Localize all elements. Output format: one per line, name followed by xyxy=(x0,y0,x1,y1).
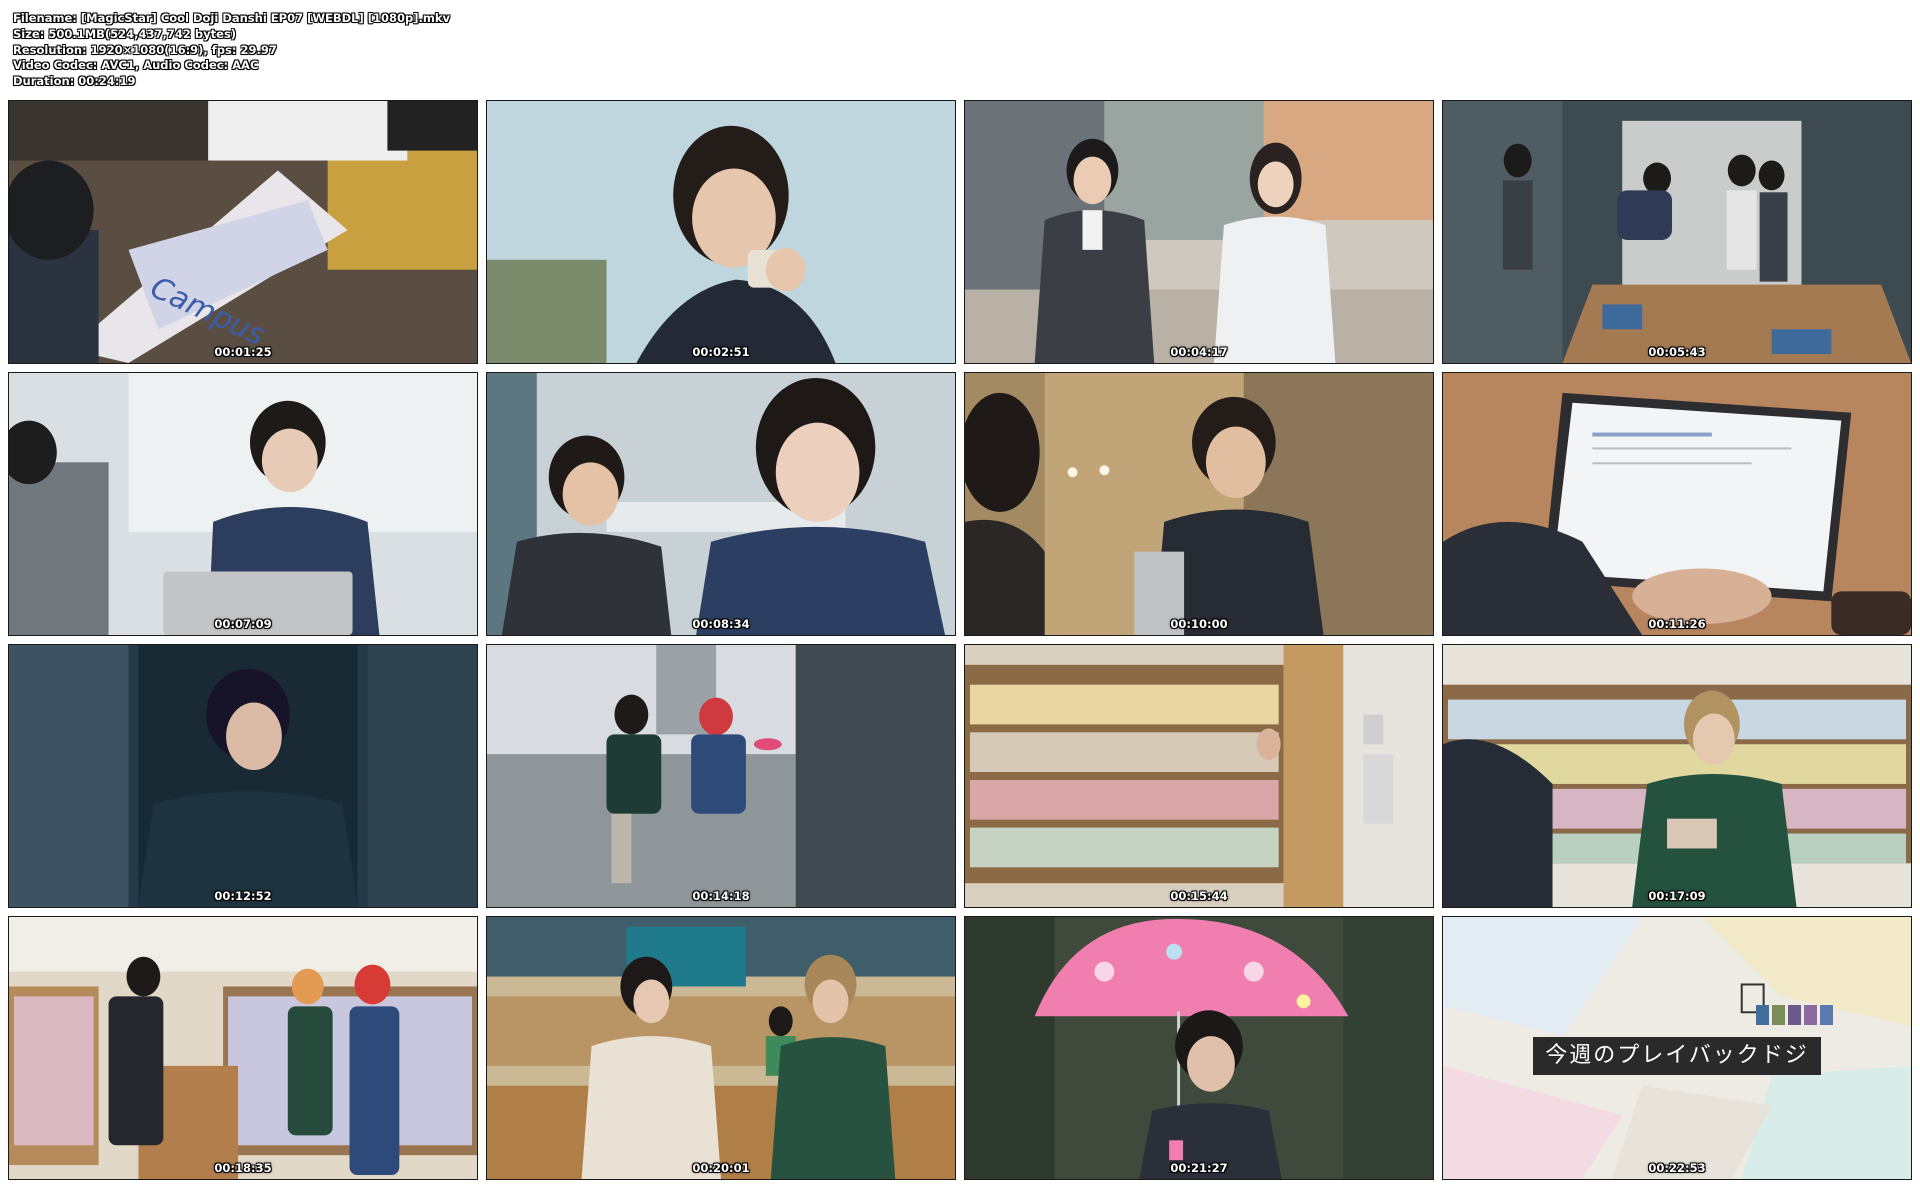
swatch xyxy=(1820,1005,1833,1025)
timestamp: 00:01:25 xyxy=(214,345,272,359)
timestamp: 00:07:09 xyxy=(214,617,272,631)
thumbnail[interactable]: 00:02:51 xyxy=(486,100,956,364)
thumbnail[interactable]: 00:18:35 xyxy=(8,916,478,1180)
scene-image xyxy=(965,645,1433,907)
timestamp: 00:05:43 xyxy=(1648,345,1706,359)
scene-image xyxy=(9,917,477,1179)
scene-image xyxy=(1443,101,1911,363)
timestamp: 00:14:18 xyxy=(692,889,750,903)
timestamp: 00:22:53 xyxy=(1648,1161,1706,1175)
thumbnail[interactable]: 00:04:17 xyxy=(964,100,1434,364)
thumbnail[interactable]: 今週のプレイバックドジ 00:22:53 xyxy=(1442,916,1912,1180)
scene-image xyxy=(9,373,477,635)
scene-image xyxy=(487,101,955,363)
swatch xyxy=(1756,1005,1769,1025)
thumbnail-grid: Campus 00:01:25 00:02:51 00:04:17 00:05:… xyxy=(0,0,1920,1188)
timestamp: 00:08:34 xyxy=(692,617,750,631)
timestamp: 00:10:00 xyxy=(1170,617,1228,631)
thumbnail[interactable]: 00:14:18 xyxy=(486,644,956,908)
scene-image xyxy=(487,373,955,635)
scene-image xyxy=(965,373,1433,635)
thumbnail[interactable]: 00:21:27 xyxy=(964,916,1434,1180)
scene-image xyxy=(487,645,955,907)
timestamp: 00:20:01 xyxy=(692,1161,750,1175)
timestamp: 00:12:52 xyxy=(214,889,272,903)
timestamp: 00:11:26 xyxy=(1648,617,1706,631)
thumbnail[interactable]: Campus 00:01:25 xyxy=(8,100,478,364)
timestamp: 00:17:09 xyxy=(1648,889,1706,903)
thumbnail[interactable]: 00:05:43 xyxy=(1442,100,1912,364)
thumbnail[interactable]: 00:07:09 xyxy=(8,372,478,636)
thumbnail[interactable]: 00:15:44 xyxy=(964,644,1434,908)
swatch xyxy=(1804,1005,1817,1025)
scene-image xyxy=(487,917,955,1179)
color-swatches xyxy=(1756,1005,1836,1029)
thumbnail[interactable]: 00:20:01 xyxy=(486,916,956,1180)
thumbnail[interactable]: 00:12:52 xyxy=(8,644,478,908)
thumbnail[interactable]: 00:11:26 xyxy=(1442,372,1912,636)
swatch xyxy=(1772,1005,1785,1025)
timestamp: 00:02:51 xyxy=(692,345,750,359)
thumbnail[interactable]: 00:10:00 xyxy=(964,372,1434,636)
scene-image xyxy=(1443,645,1911,907)
timestamp: 00:04:17 xyxy=(1170,345,1228,359)
scene-image xyxy=(965,101,1433,363)
timestamp: 00:21:27 xyxy=(1170,1161,1228,1175)
scene-image xyxy=(1443,373,1911,635)
playback-caption: 今週のプレイバックドジ xyxy=(1533,1037,1821,1075)
swatch xyxy=(1788,1005,1801,1025)
thumbnail[interactable]: 00:08:34 xyxy=(486,372,956,636)
scene-image xyxy=(965,917,1433,1179)
scene-image xyxy=(9,645,477,907)
timestamp: 00:15:44 xyxy=(1170,889,1228,903)
scene-image: Campus xyxy=(9,101,477,363)
thumbnail[interactable]: 00:17:09 xyxy=(1442,644,1912,908)
timestamp: 00:18:35 xyxy=(214,1161,272,1175)
